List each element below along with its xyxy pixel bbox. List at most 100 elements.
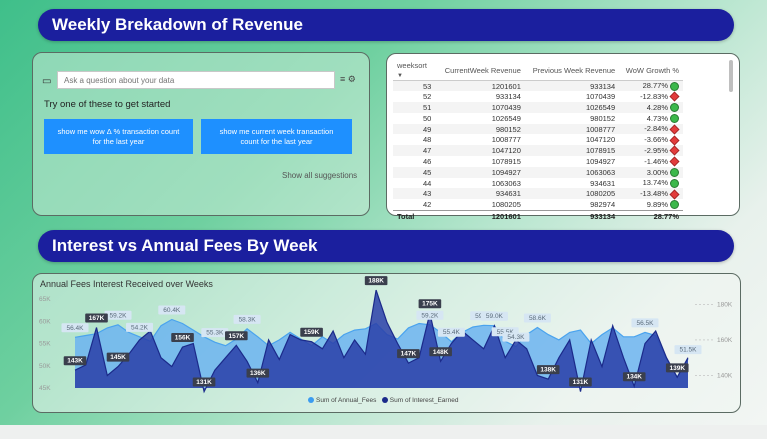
header-previous-week-revenue[interactable]: Previous Week Revenue — [525, 60, 619, 81]
svg-text:131K: 131K — [196, 379, 212, 386]
svg-text:51.5K: 51.5K — [680, 347, 698, 354]
table-total-row: Total 1201601 933134 28.77% — [393, 209, 683, 223]
cell-previous: 934631 — [590, 178, 616, 188]
table-row[interactable]: 43 934631 1080205 -13.48% — [393, 188, 683, 200]
header-weeksort[interactable]: weeksort ▼ — [393, 60, 437, 81]
interest-fees-chart-panel: Annual Fees Interest Received over Weeks… — [32, 273, 741, 413]
svg-text:167K: 167K — [89, 315, 105, 322]
total-growth: 28.77% — [619, 209, 683, 223]
cell-current: 980152 — [437, 123, 525, 135]
fees-data-label: 58.3K — [233, 314, 261, 324]
svg-text:131K: 131K — [573, 379, 589, 386]
gear-icon[interactable]: ⚙ — [348, 74, 356, 84]
sort-down-icon[interactable]: ▼ — [397, 73, 403, 79]
cell-growth: -12.83% — [619, 91, 683, 102]
right-axis-tick: 140K — [717, 373, 733, 380]
cell-growth: 3.00% — [619, 166, 683, 178]
cell-previous: 980152 — [590, 113, 616, 123]
cell-current: 1026549 — [491, 113, 521, 123]
interest-data-label: 143K — [63, 356, 87, 366]
cell-week: 52 — [423, 92, 432, 102]
left-axis-tick: 65K — [39, 296, 51, 303]
table-scrollbar[interactable] — [729, 60, 733, 92]
interest-data-label: 136K — [246, 368, 270, 378]
growth-up-icon — [670, 103, 679, 113]
interest-data-label: 145K — [106, 352, 130, 362]
svg-text:56.5K: 56.5K — [636, 320, 654, 327]
interest-data-label: 188K — [364, 276, 388, 286]
interest-banner-title: Interest vs Annual Fees By Week — [52, 236, 318, 255]
svg-text:157K: 157K — [229, 333, 245, 340]
fees-data-label: 58.6K — [523, 313, 551, 323]
svg-text:59.2K: 59.2K — [421, 312, 439, 319]
growth-down-icon — [669, 135, 680, 146]
svg-text:175K: 175K — [422, 301, 438, 308]
cell-current: 1080205 — [491, 199, 521, 209]
fees-data-label: 54.3K — [502, 332, 530, 342]
fees-data-label: 60.4K — [158, 305, 186, 315]
cell-growth: 13.74% — [619, 178, 683, 189]
table-row[interactable]: 53 1201601 933134 28.77% — [393, 80, 683, 92]
total-previous: 933134 — [524, 209, 620, 223]
cell-growth: 9.89% — [619, 199, 683, 210]
growth-up-icon — [670, 200, 679, 210]
cell-week: 47 — [393, 145, 438, 157]
table-row[interactable]: 42 1080205 982974 9.89% — [393, 199, 683, 210]
suggestion-button-current-week[interactable]: show me current week transaction count f… — [201, 119, 352, 154]
qa-tools: ≡ ⚙ — [340, 74, 356, 85]
fees-data-label: 54.2K — [126, 322, 154, 332]
suggestion-button-wow[interactable]: show me wow Δ % transaction count for th… — [44, 119, 193, 154]
interest-data-label: 159K — [300, 327, 323, 337]
interest-data-label: 157K — [225, 331, 248, 341]
table-row[interactable]: 44 1063063 934631 13.74% — [393, 178, 683, 189]
legend-label-interest-earned: Sum of Interest_Earned — [389, 397, 459, 404]
growth-down-icon — [669, 145, 680, 156]
table-row[interactable]: 50 1026549 980152 4.73% — [393, 113, 683, 124]
qa-hint: Try one of these to get started — [44, 99, 171, 110]
interest-data-label: 167K — [85, 313, 108, 323]
svg-text:60.4K: 60.4K — [163, 307, 181, 314]
table-row[interactable]: 48 1008777 1047120 -3.66% — [393, 134, 683, 146]
table-row[interactable]: 49 980152 1008777 -2.84% — [393, 123, 683, 135]
interest-banner: Interest vs Annual Fees By Week — [38, 230, 734, 262]
table-row[interactable]: 46 1078915 1094927 -1.46% — [393, 156, 683, 167]
growth-down-icon — [669, 124, 680, 135]
fees-data-label: 59.2K — [416, 310, 444, 320]
right-axis-tick: 160K — [717, 337, 733, 344]
svg-text:59.0K: 59.0K — [486, 313, 504, 320]
cell-growth: -13.48% — [619, 188, 683, 200]
growth-up-icon — [670, 81, 679, 91]
list-icon[interactable]: ≡ — [340, 74, 345, 84]
svg-text:143K: 143K — [67, 358, 83, 365]
header-wow-growth[interactable]: WoW Growth % — [619, 60, 683, 81]
header-current-week-revenue[interactable]: CurrentWeek Revenue — [437, 60, 525, 81]
cell-previous: 1078915 — [524, 145, 620, 157]
table-row[interactable]: 51 1070439 1026549 4.28% — [393, 102, 683, 113]
cell-previous: 1008777 — [524, 123, 620, 135]
footer-strip — [0, 425, 767, 439]
cell-growth: 4.73% — [619, 113, 683, 124]
cell-previous: 1063063 — [524, 166, 620, 178]
cell-previous: 1026549 — [524, 102, 620, 113]
interest-fees-chart: 65K60K55K50K45K180K160K140K56.4K59.2K54.… — [39, 276, 733, 394]
table-row[interactable]: 45 1094927 1063063 3.00% — [393, 166, 683, 178]
interest-data-label: 148K — [429, 347, 452, 357]
cell-previous: 933134 — [524, 80, 620, 92]
qa-question-input[interactable] — [57, 71, 335, 89]
show-all-suggestions-link[interactable]: Show all suggestions — [282, 171, 357, 180]
svg-text:156K: 156K — [175, 335, 191, 342]
cell-current: 1201601 — [437, 80, 525, 92]
table-row[interactable]: 47 1047120 1078915 -2.95% — [393, 145, 683, 157]
table-row[interactable]: 52 933134 1070439 -12.83% — [393, 91, 683, 102]
cell-growth: -3.66% — [619, 134, 683, 146]
qa-panel: ▭ ≡ ⚙ Try one of these to get started sh… — [32, 52, 370, 216]
svg-text:139K: 139K — [669, 365, 685, 372]
svg-text:54.2K: 54.2K — [131, 324, 149, 331]
cell-week: 49 — [393, 123, 438, 135]
cell-current: 1070439 — [437, 102, 525, 113]
chart-legend: Sum of Annual_Fees Sum of Interest_Earne… — [308, 397, 458, 404]
cell-current: 933134 — [495, 92, 521, 102]
svg-text:188K: 188K — [368, 278, 384, 285]
svg-text:54.3K: 54.3K — [507, 334, 525, 341]
cell-previous: 982974 — [590, 199, 616, 209]
